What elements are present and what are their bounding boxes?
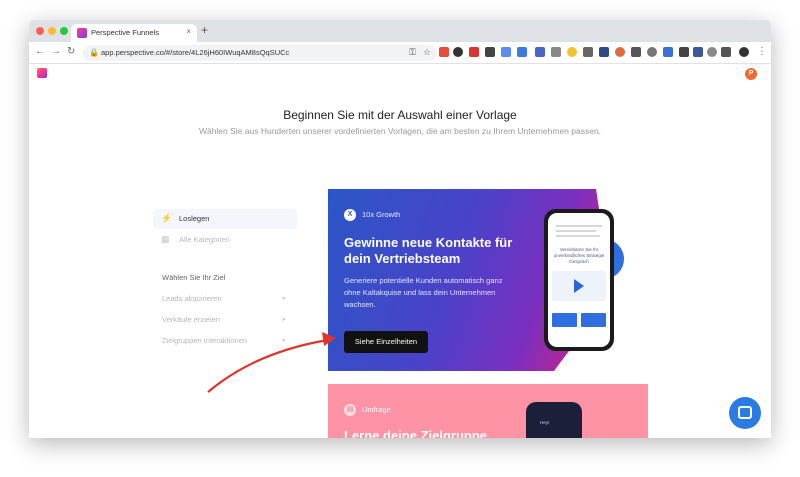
chevron-icon: ▸ [282, 316, 286, 323]
phone-text-line [556, 230, 596, 232]
phone-button [581, 313, 606, 327]
goal-verkaeufe-erzielen[interactable]: Verkäufe erzielen ▸ [162, 315, 286, 324]
extension-icon[interactable] [567, 47, 577, 57]
extension-icon[interactable] [469, 47, 479, 57]
phone-mockup: Hey! [526, 402, 582, 438]
extension-icon[interactable] [615, 47, 625, 57]
perspective-favicon-icon [77, 28, 87, 38]
goal-zielgruppen-interaktionen[interactable]: Zielgruppen Interaktionen ▸ [162, 336, 286, 345]
phone-text-line [556, 225, 602, 227]
url-text: app.perspective.co/#/store/4L26jH60IWuqA… [101, 48, 290, 57]
back-button[interactable]: ← [35, 46, 45, 57]
phone-text-line [556, 235, 600, 237]
profile-avatar-icon[interactable] [739, 47, 749, 57]
bolt-icon: ⚡ [161, 213, 173, 223]
card-title: Gewinne neue Kontakte für dein Vertriebs… [344, 235, 513, 266]
grid-icon: ▦ [161, 234, 170, 244]
tab-title: Perspective Funnels [91, 28, 159, 37]
goal-label: Verkäufe erzielen [162, 315, 220, 324]
browser-menu-icon[interactable]: ⋮ [757, 46, 767, 57]
tab-perspective-funnels[interactable]: Perspective Funnels × [71, 24, 197, 42]
extension-icon[interactable] [501, 47, 511, 57]
growth-badge-icon: X [344, 209, 356, 221]
phone-mockup: Vereinbaren Sie Ihr unverbindliches Stra… [544, 209, 614, 351]
play-icon [574, 279, 584, 293]
tab-strip: Perspective Funnels × + [29, 20, 771, 42]
extension-icon[interactable] [535, 47, 545, 57]
extension-icon[interactable] [439, 47, 449, 57]
card-badge: Umfrage [362, 405, 391, 414]
page-subtitle: Wählen Sie aus Hunderten unserer vordefi… [198, 126, 602, 136]
minimize-window-button[interactable] [48, 27, 56, 35]
extension-icon[interactable] [517, 47, 527, 57]
sidebar-item-loslegen[interactable]: ⚡ Loslegen [153, 209, 297, 229]
browser-window: Perspective Funnels × + ← → ↻ 🔒 app.pers… [29, 20, 771, 438]
chevron-icon: ▸ [282, 337, 286, 344]
sidebar-item-label: Loslegen [179, 214, 210, 223]
phone-headline: Vereinbaren Sie Ihr unverbindliches Stra… [553, 247, 605, 264]
goals-heading: Wählen Sie Ihr Ziel [162, 273, 226, 282]
extension-icon[interactable] [599, 47, 609, 57]
phone-screen: Vereinbaren Sie Ihr unverbindliches Stra… [548, 213, 610, 347]
extension-icon[interactable] [679, 47, 689, 57]
page-title: Beginnen Sie mit der Auswahl einer Vorla… [283, 108, 517, 122]
card-title: Lerne deine Zielgruppe [344, 428, 488, 438]
sidebar-item-alle-kategorien[interactable]: ▦ Alle Kategorien [153, 230, 297, 250]
key-icon[interactable]: ⚿ [409, 47, 416, 58]
extension-icon[interactable] [453, 47, 463, 57]
extension-icon[interactable] [647, 47, 657, 57]
sidebar-item-label: Alle Kategorien [179, 235, 230, 244]
forward-button[interactable]: → [51, 46, 61, 57]
survey-badge-icon: ▤ [344, 404, 356, 416]
extension-icon[interactable] [631, 47, 641, 57]
address-bar[interactable]: 🔒 app.perspective.co/#/store/4L26jH60IWu… [83, 45, 437, 61]
maximize-window-button[interactable] [60, 27, 68, 35]
goal-label: Zielgruppen Interaktionen [162, 336, 248, 345]
tab-close-icon[interactable]: × [186, 27, 191, 36]
extension-icon[interactable] [707, 47, 717, 57]
lock-icon: 🔒 [89, 48, 99, 57]
perspective-logo-icon[interactable] [37, 68, 47, 78]
extension-icon[interactable] [693, 47, 703, 57]
chat-launcher-button[interactable] [729, 397, 761, 429]
phone-button [552, 313, 577, 327]
extension-icon[interactable] [551, 47, 561, 57]
chevron-icon: ▸ [282, 295, 286, 302]
close-window-button[interactable] [36, 27, 44, 35]
browser-toolbar: ← → ↻ 🔒 app.perspective.co/#/store/4L26j… [29, 42, 771, 64]
template-card-umfrage[interactable]: ▤ Umfrage Lerne deine Zielgruppe Hey! [328, 384, 648, 438]
see-details-button[interactable]: Siehe Einzelheiten [344, 331, 428, 353]
new-tab-button[interactable]: + [201, 23, 208, 37]
reload-button[interactable]: ↻ [67, 46, 75, 57]
template-card-10x-growth[interactable]: X 10x Growth Gewinne neue Kontakte für d… [328, 189, 648, 371]
chat-icon [738, 406, 752, 419]
extension-icon[interactable] [485, 47, 495, 57]
card-description: Generiere potentielle Kunden automatisch… [344, 276, 503, 309]
goal-leads-akquirieren[interactable]: Leads akquirieren ▸ [162, 294, 286, 303]
card-badge: 10x Growth [362, 210, 401, 219]
app-page: P Beginnen Sie mit der Auswahl einer Vor… [29, 64, 771, 438]
extension-icon[interactable] [583, 47, 593, 57]
user-avatar[interactable]: P [745, 68, 757, 80]
extension-icon[interactable] [663, 47, 673, 57]
goal-label: Leads akquirieren [162, 294, 222, 303]
phone-greeting: Hey! [540, 420, 550, 425]
bookmark-star-icon[interactable]: ☆ [423, 47, 431, 58]
extension-icon[interactable] [721, 47, 731, 57]
